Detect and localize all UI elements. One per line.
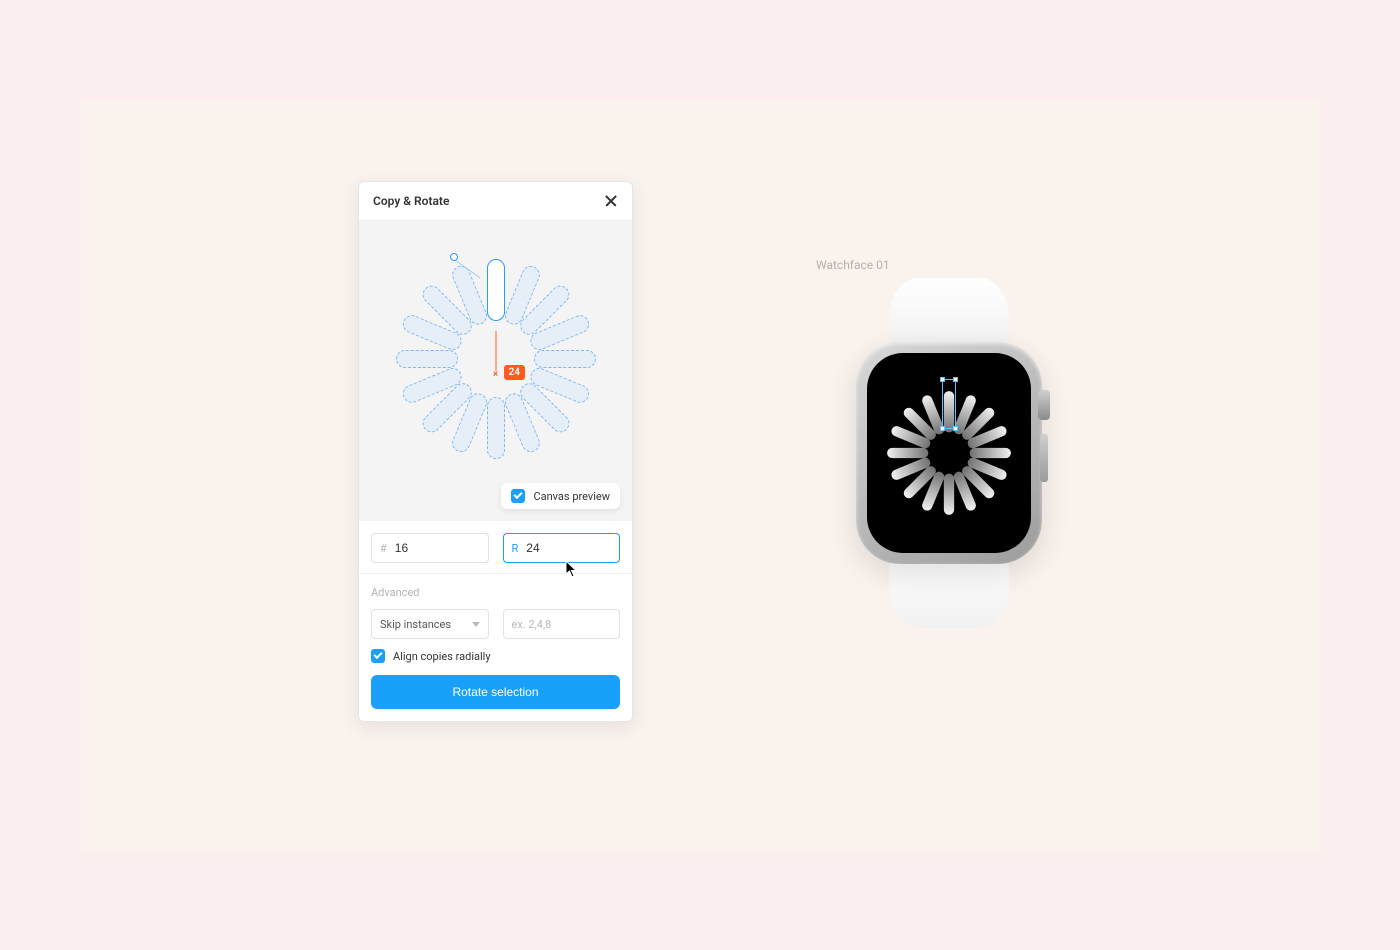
checkbox-checked-icon — [371, 649, 385, 663]
align-radially-label: Align copies radially — [393, 650, 491, 663]
radius-field[interactable]: R — [503, 533, 621, 563]
watch-device — [804, 278, 1094, 628]
close-icon[interactable] — [604, 194, 618, 208]
preview-area: × 24 Canvas preview — [359, 221, 632, 521]
hash-icon: # — [380, 542, 387, 555]
resize-handle-icon[interactable] — [940, 377, 945, 382]
panel-body: # R Advanced Skip instances ex. 2,4,8 Al… — [359, 521, 632, 721]
copies-count-input[interactable] — [395, 541, 480, 555]
canvas-preview-toggle[interactable]: Canvas preview — [501, 483, 620, 509]
canvas-preview-label: Canvas preview — [533, 490, 610, 503]
skip-instances-placeholder: ex. 2,4,8 — [512, 618, 552, 631]
panel-header: Copy & Rotate — [359, 182, 632, 221]
watch-side-button — [1040, 434, 1048, 482]
watch-band-bottom — [889, 558, 1009, 628]
rotate-selection-button[interactable]: Rotate selection — [371, 675, 620, 709]
skip-instances-dropdown[interactable]: Skip instances — [371, 609, 489, 639]
radius-input[interactable] — [526, 541, 611, 555]
radius-prefix: R — [512, 542, 519, 555]
divider — [359, 573, 632, 574]
advanced-section-label: Advanced — [371, 586, 620, 599]
watch-band-top — [889, 278, 1009, 348]
watchface-petal — [887, 448, 928, 458]
preview-petal — [487, 259, 505, 321]
watchface-petal — [944, 474, 954, 515]
chevron-down-icon — [472, 622, 480, 627]
panel-title: Copy & Rotate — [373, 194, 449, 208]
preview-petal — [396, 350, 458, 368]
design-canvas — [80, 100, 1320, 850]
watchface-petal — [970, 448, 1011, 458]
copy-rotate-panel: Copy & Rotate × 24 Canvas preview # R Ad… — [358, 181, 633, 722]
preview-petal — [534, 350, 596, 368]
skip-instances-label: Skip instances — [380, 618, 451, 631]
watch-screen — [867, 353, 1031, 553]
watchface-frame-label: Watchface 01 — [816, 258, 890, 272]
watch-case — [856, 342, 1042, 564]
watch-crown — [1038, 390, 1050, 420]
selected-layer-outline[interactable] — [942, 379, 956, 429]
radius-badge: 24 — [504, 365, 525, 380]
copies-count-field[interactable]: # — [371, 533, 489, 563]
resize-handle-icon[interactable] — [953, 426, 958, 431]
resize-handle-icon[interactable] — [940, 426, 945, 431]
skip-instances-input[interactable]: ex. 2,4,8 — [503, 609, 621, 639]
center-indicator-x: × — [493, 369, 498, 380]
center-indicator-line — [495, 331, 496, 371]
rotation-handle-dot[interactable] — [450, 253, 458, 261]
checkbox-checked-icon — [511, 489, 525, 503]
align-radially-toggle[interactable]: Align copies radially — [371, 649, 620, 663]
preview-petal — [487, 397, 505, 459]
resize-handle-icon[interactable] — [953, 377, 958, 382]
